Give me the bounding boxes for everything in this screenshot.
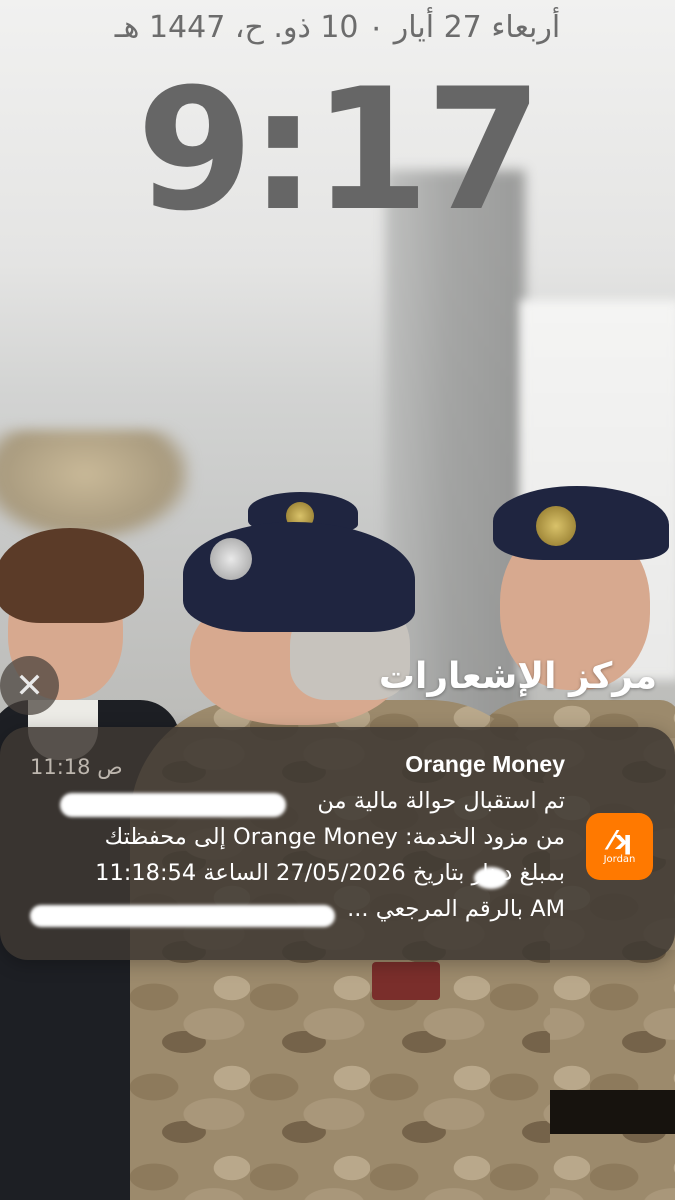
redaction-mark	[474, 867, 508, 889]
notification-time: 11:18 ص	[30, 755, 123, 779]
lockscreen-clock: 9:17	[136, 52, 543, 248]
app-icon-label: Jordan	[603, 853, 636, 865]
notification-card[interactable]: 11:18 ص Orange Money ⁄ʞ Jordan تم استقبا…	[0, 727, 675, 960]
redaction-mark	[30, 905, 335, 927]
notification-center-title: مركز الإشعارات	[378, 656, 657, 697]
orange-money-app-icon: ⁄ʞ Jordan	[586, 813, 653, 880]
notification-line: من مزود الخدمة: Orange Money إلى محفظتك	[104, 824, 565, 850]
redaction-mark	[60, 793, 286, 817]
lockscreen-date: أربعاء 27 أيار ٠ 10 ذو. ح، 1447 هـ	[114, 10, 561, 45]
close-icon: ✕	[15, 665, 44, 706]
notification-app-name: Orange Money	[405, 751, 565, 777]
clear-notifications-button[interactable]: ✕	[0, 656, 59, 715]
